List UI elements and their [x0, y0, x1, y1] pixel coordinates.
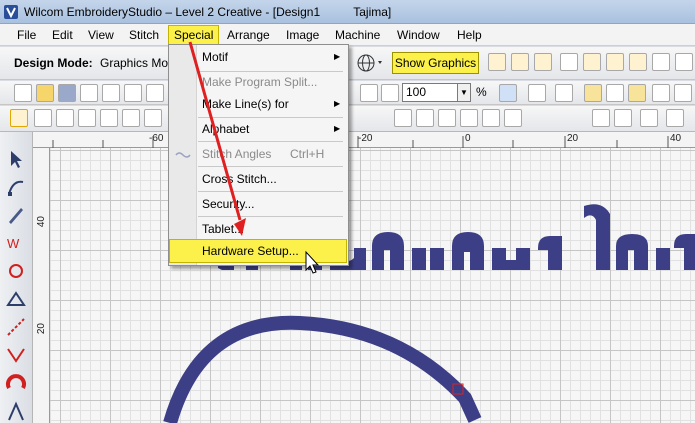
- menu-image[interactable]: Image: [283, 27, 322, 44]
- svg-text:W: W: [7, 236, 20, 251]
- menu-item-make-program-split[interactable]: Make Program Split...: [202, 72, 317, 92]
- tatami-stitch-icon[interactable]: [34, 109, 52, 127]
- design-canvas[interactable]: [50, 148, 695, 423]
- ruler-label-left-20: 20: [36, 323, 47, 335]
- lettering-icon[interactable]: [5, 400, 27, 422]
- select-arrow-icon[interactable]: [5, 148, 27, 170]
- digitize-shape-icon[interactable]: [5, 288, 27, 310]
- ruler-left: 40 20: [33, 148, 50, 423]
- stitch-angles-shortcut: Ctrl+H: [290, 147, 325, 161]
- menu-separator: [198, 166, 343, 167]
- run-stitch-icon[interactable]: [56, 109, 74, 127]
- menu-item-tablet[interactable]: Tablet...: [202, 219, 244, 239]
- menu-special[interactable]: Special: [168, 25, 220, 45]
- grid-stitch-icon[interactable]: [122, 109, 140, 127]
- menu-separator: [198, 141, 343, 142]
- menu-arrange[interactable]: Arrange: [224, 27, 273, 44]
- title-bar: Wilcom EmbroideryStudio – Level 2 Creati…: [0, 0, 695, 24]
- save-icon[interactable]: [58, 84, 76, 102]
- embroidered-arc: [163, 315, 482, 423]
- menu-item-stitch-angles[interactable]: Stitch Angles: [202, 144, 271, 164]
- menu-item-motif[interactable]: Motif: [202, 47, 228, 67]
- submenu-arrow-icon: ▶: [334, 99, 341, 108]
- menu-help[interactable]: Help: [454, 27, 485, 44]
- menu-separator: [198, 191, 343, 192]
- satin-stitch-icon[interactable]: [10, 109, 28, 127]
- cut-icon[interactable]: [146, 84, 164, 102]
- circle-tool-icon[interactable]: [5, 372, 27, 394]
- menu-edit[interactable]: Edit: [49, 27, 76, 44]
- menu-view[interactable]: View: [85, 27, 117, 44]
- menu-item-security[interactable]: Security...: [202, 194, 254, 214]
- window-title: Wilcom EmbroideryStudio – Level 2 Creati…: [24, 5, 392, 19]
- menu-item-hardware-setup[interactable]: Hardware Setup...: [202, 241, 299, 261]
- menu-separator: [198, 117, 343, 118]
- digitize-run-icon[interactable]: [5, 344, 27, 366]
- menu-file[interactable]: File: [14, 27, 39, 44]
- stitch-edit-icon[interactable]: W: [5, 232, 27, 254]
- menu-item-make-lines-for[interactable]: Make Line(s) for: [202, 94, 289, 114]
- left-toolbox: W: [0, 132, 33, 423]
- print-icon[interactable]: [124, 84, 142, 102]
- design-mode-value[interactable]: Graphics Mo: [100, 56, 168, 70]
- stitch-select-icon[interactable]: [5, 260, 27, 282]
- menu-stitch[interactable]: Stitch: [126, 27, 162, 44]
- menu-window[interactable]: Window: [394, 27, 443, 44]
- stitch-angles-icon: [175, 152, 191, 158]
- print-preview-icon[interactable]: [102, 84, 120, 102]
- menu-separator: [198, 216, 343, 217]
- reshape-node-icon[interactable]: [5, 176, 27, 198]
- menu-machine[interactable]: Machine: [332, 27, 383, 44]
- triple-stitch-icon[interactable]: [78, 109, 96, 127]
- save-as-icon[interactable]: [80, 84, 98, 102]
- ruler-label-left-40: 40: [36, 216, 47, 228]
- submenu-arrow-icon: ▶: [334, 124, 341, 133]
- embroidery-design: [163, 204, 695, 423]
- zigzag-stitch-icon[interactable]: [100, 109, 118, 127]
- cross-stitch-icon[interactable]: [144, 109, 162, 127]
- menu-item-cross-stitch[interactable]: Cross Stitch...: [202, 169, 277, 189]
- open-folder-icon[interactable]: [36, 84, 54, 102]
- submenu-arrow-icon: ▶: [334, 52, 341, 61]
- menu-bar: File Edit View Stitch Special Arrange Im…: [0, 24, 695, 46]
- design-mode-label: Design Mode:: [14, 56, 93, 70]
- app-icon: [4, 5, 18, 19]
- digitize-line-icon[interactable]: [5, 316, 27, 338]
- menu-item-alphabet[interactable]: Alphabet: [202, 119, 249, 139]
- new-file-icon[interactable]: [14, 84, 32, 102]
- knife-icon[interactable]: [5, 204, 27, 226]
